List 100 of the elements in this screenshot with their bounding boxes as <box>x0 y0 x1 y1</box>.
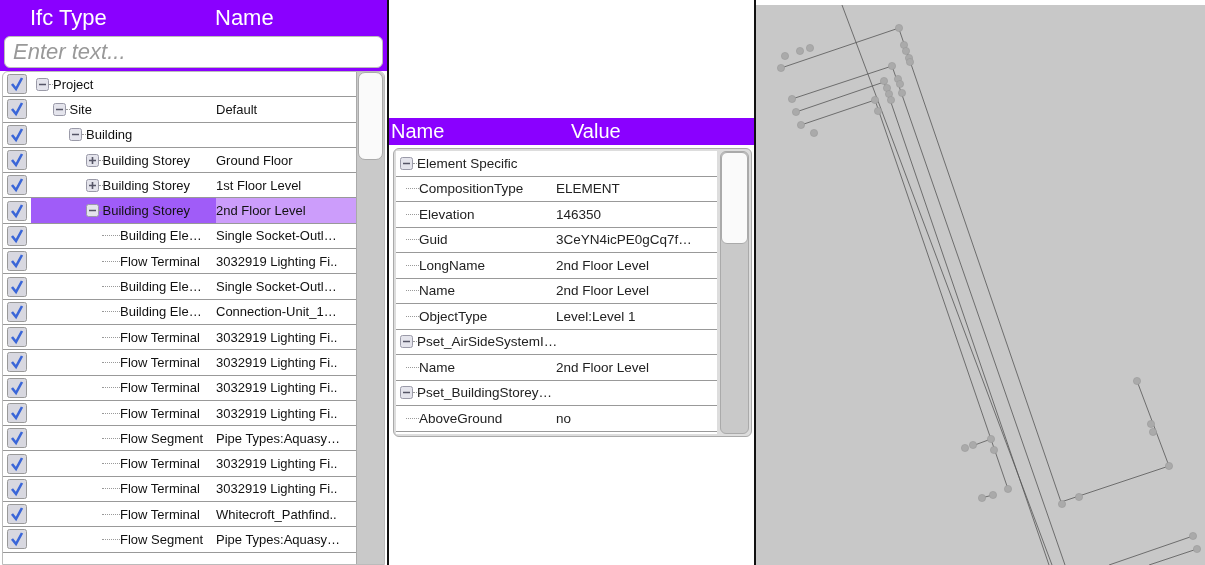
name-text: 3032919 Lighting Fi.. <box>216 481 338 497</box>
collapse-icon[interactable] <box>400 156 413 170</box>
collapse-icon[interactable] <box>69 128 82 142</box>
expand-icon[interactable] <box>85 153 99 167</box>
scrollbar[interactable] <box>720 151 749 434</box>
name-text: Default <box>216 101 258 117</box>
column-header: Name <box>215 5 274 31</box>
ifc-type-text: Flow Terminal <box>120 329 200 345</box>
name-text: Connection-Unit_1… <box>216 304 337 320</box>
expand-icon[interactable] <box>85 178 99 192</box>
ifc-type-text: Flow Terminal <box>120 253 200 269</box>
ifc-type-text: Building Ele… <box>120 228 202 244</box>
ifc-type-text: Flow Terminal <box>120 456 200 472</box>
tree-item[interactable]: Building Storey 1st Floor Level <box>31 173 356 198</box>
tree-item[interactable]: Building <box>31 122 356 147</box>
name-text: Ground Floor <box>216 152 293 168</box>
tree-item[interactable]: Building Ele… Connection-Unit_1… <box>31 299 356 324</box>
checkbox[interactable] <box>7 529 27 550</box>
ifc-type-text: Project <box>53 76 94 92</box>
ifc-type-text: Flow Terminal <box>120 380 200 396</box>
property-value: no <box>556 410 572 426</box>
name-text: Pipe Types:Aquasy… <box>216 430 341 446</box>
collapse-icon[interactable] <box>85 204 99 218</box>
name-text: 3032919 Lighting Fi.. <box>216 405 338 421</box>
collapse-icon[interactable] <box>400 335 413 349</box>
tree-item[interactable]: Building Storey 2nd Floor Level <box>31 198 356 223</box>
tree-item[interactable]: Flow Terminal 3032919 Lighting Fi.. <box>31 476 356 502</box>
tree-item[interactable]: Flow Terminal Whitecroft_Pathfind.. <box>31 502 356 527</box>
property-name: Name <box>419 359 455 375</box>
ifc-type-text: Flow Segment <box>120 430 204 446</box>
tree-item[interactable]: Building Storey Ground Floor <box>31 147 356 173</box>
tree-item[interactable]: Flow Terminal 3032919 Lighting Fi.. <box>31 249 356 274</box>
property-name: CompositionType <box>419 181 524 197</box>
checkbox[interactable] <box>7 403 27 423</box>
search-field[interactable]: Enter text... <box>4 36 383 68</box>
checkbox[interactable] <box>7 504 27 525</box>
checkbox[interactable] <box>7 453 27 474</box>
property-value: 2nd Floor Level <box>556 283 650 299</box>
checkbox[interactable] <box>7 150 27 171</box>
property-value: ELEMENT <box>556 181 620 197</box>
tree-item[interactable]: Flow Terminal 3032919 Lighting Fi.. <box>31 451 356 476</box>
name-text: Single Socket-Outl… <box>216 279 337 294</box>
tree-item[interactable]: Flow Terminal 3032919 Lighting Fi.. <box>31 350 356 375</box>
checkbox[interactable] <box>7 251 27 272</box>
tree-item[interactable]: Flow Segment Pipe Types:Aquasy… <box>31 527 356 552</box>
property-name: Guid <box>419 232 448 248</box>
ifc-type-text: Flow Segment <box>120 532 204 547</box>
checkbox[interactable] <box>7 352 27 373</box>
property-name: Name <box>419 283 455 299</box>
property-name: LongName <box>419 257 486 273</box>
ifc-type-text: Building <box>86 127 133 143</box>
property-name: Elevation <box>419 206 475 222</box>
column-header: Name <box>390 120 446 143</box>
checkbox[interactable] <box>7 428 27 449</box>
property-value: 2nd Floor Level <box>556 257 650 273</box>
collapse-icon[interactable] <box>400 386 413 400</box>
ifc-type-text: Building Storey <box>102 177 190 193</box>
tree-item[interactable]: Site Default <box>31 97 356 122</box>
checkbox[interactable] <box>7 301 27 322</box>
tree-item[interactable]: Flow Terminal 3032919 Lighting Fi.. <box>31 324 356 350</box>
name-text: 3032919 Lighting Fi.. <box>216 329 338 345</box>
ifc-type-text: Building Storey <box>102 152 190 168</box>
scrollbar[interactable] <box>356 72 384 564</box>
group-name: Element Specific <box>417 155 518 171</box>
ifc-type-text: Building Storey <box>102 203 190 219</box>
name-text: Single Socket-Outl… <box>216 228 337 244</box>
collapse-icon[interactable] <box>36 77 49 91</box>
checkbox[interactable] <box>7 175 27 196</box>
ifc-type-text: Flow Terminal <box>120 354 200 370</box>
tree-item[interactable]: Building Ele… Single Socket-Outl… <box>31 223 356 249</box>
property-name: AboveGround <box>419 410 503 426</box>
checkbox[interactable] <box>7 200 27 221</box>
property-value: 3CeYN4icPE0gCq7f… <box>556 232 692 248</box>
checkbox[interactable] <box>7 124 27 145</box>
tree-item[interactable]: Flow Terminal 3032919 Lighting Fi.. <box>31 375 356 400</box>
name-text: 1st Floor Level <box>216 177 302 193</box>
checkbox[interactable] <box>7 99 27 120</box>
ifc-type-text: Building Ele… <box>120 279 202 294</box>
tree-item[interactable]: Project <box>31 72 356 97</box>
ifc-type-text: Flow Terminal <box>120 405 200 421</box>
tree-item[interactable]: Building Ele… Single Socket-Outl… <box>31 274 356 299</box>
checkbox[interactable] <box>7 276 27 297</box>
tree-item[interactable]: Flow Segment Pipe Types:Aquasy… <box>31 426 356 451</box>
property-value: 2nd Floor Level <box>556 359 650 375</box>
name-text: 3032919 Lighting Fi.. <box>216 354 338 370</box>
name-text: Pipe Types:Aquasy… <box>216 532 341 547</box>
checkbox[interactable] <box>7 478 27 499</box>
checkbox[interactable] <box>7 377 27 398</box>
collapse-icon[interactable] <box>52 102 66 116</box>
property-name: ObjectType <box>419 308 488 324</box>
checkbox[interactable] <box>7 74 27 95</box>
checkbox[interactable] <box>7 327 27 348</box>
name-text: 3032919 Lighting Fi.. <box>216 253 338 269</box>
name-text: Whitecroft_Pathfind.. <box>216 506 337 522</box>
column-header: Ifc Type <box>29 5 108 31</box>
column-header: Value <box>571 120 621 143</box>
tree-item[interactable]: Flow Terminal 3032919 Lighting Fi.. <box>31 400 356 426</box>
checkbox[interactable] <box>7 225 27 246</box>
ifc-type-text: Flow Terminal <box>120 506 200 522</box>
property-value: 146350 <box>556 206 602 222</box>
